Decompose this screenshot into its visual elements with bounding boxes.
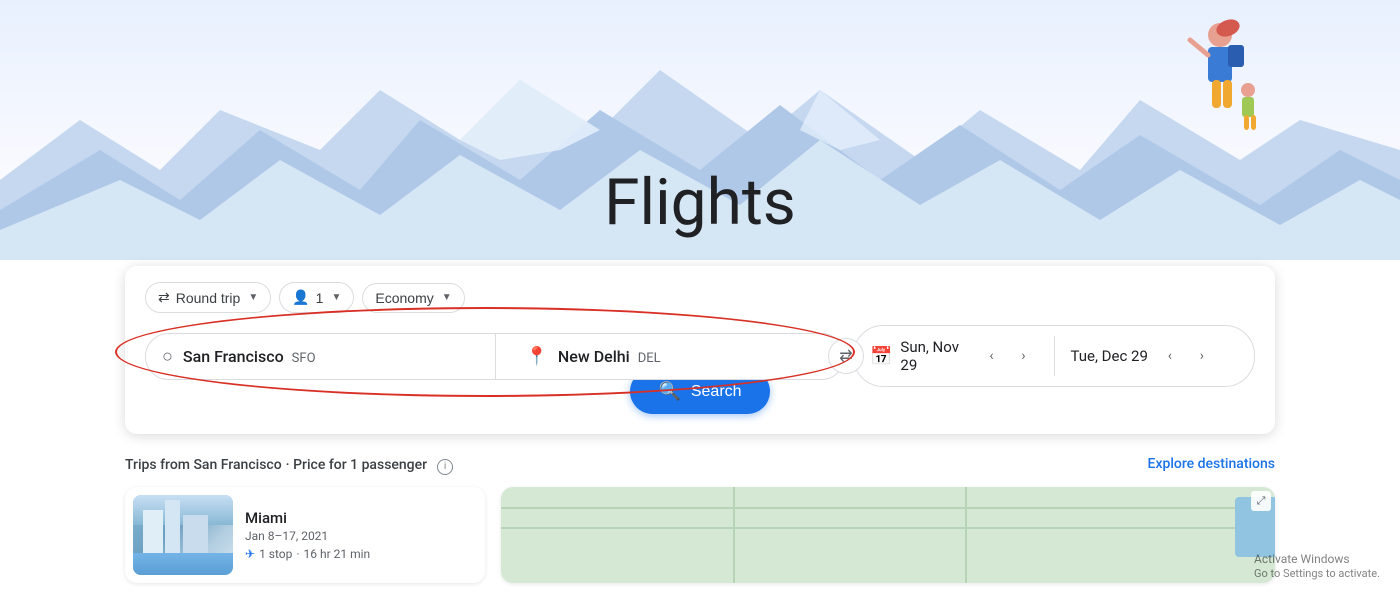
trips-from-title: Trips from San Francisco: [125, 457, 282, 473]
info-icon[interactable]: i: [437, 459, 453, 475]
flight-separator: ·: [296, 547, 299, 561]
cabin-class-label: Economy: [375, 290, 433, 306]
origin-field[interactable]: ○ San Francisco SFO: [146, 334, 496, 379]
search-box: ⇄ Round trip ▼ 👤 1 ▼ Economy ▼: [125, 266, 1275, 434]
chevron-down-icon-3: ▼: [442, 292, 452, 303]
trips-title-group: Trips from San Francisco · Price for 1 p…: [125, 454, 453, 475]
return-date-field[interactable]: Tue, Dec 29 ‹ ›: [1055, 330, 1255, 382]
chevron-down-icon: ▼: [248, 292, 258, 303]
trip-type-label: Round trip: [176, 290, 241, 306]
miami-card-image: [133, 495, 233, 575]
destination-city: New Delhi: [558, 347, 630, 366]
origin-city: San Francisco: [183, 347, 284, 366]
passengers-label: 1: [316, 290, 324, 306]
trips-subtitle: Price for 1 passenger: [293, 457, 427, 473]
departure-prev-button[interactable]: ‹: [978, 342, 1006, 370]
return-date-nav: ‹ ›: [1156, 342, 1216, 370]
miami-stops: 1 stop: [259, 547, 292, 561]
departure-date-value: Sun, Nov 29: [900, 338, 969, 374]
explore-destinations-link[interactable]: Explore destinations: [1148, 456, 1275, 472]
swap-button[interactable]: ⇄: [828, 338, 864, 374]
origin-content: San Francisco SFO: [183, 347, 316, 366]
calendar-icon: 📅: [870, 346, 892, 367]
return-next-button[interactable]: ›: [1188, 342, 1216, 370]
departure-date-nav: ‹ ›: [978, 342, 1038, 370]
date-section: 📅 Sun, Nov 29 ‹ › Tue, Dec 29 ‹ ›: [853, 325, 1255, 387]
flight-icon: ✈: [245, 547, 255, 561]
person-icon: 👤: [292, 289, 309, 306]
miami-card[interactable]: Miami Jan 8–17, 2021 ✈ 1 stop · 16 hr 21…: [125, 487, 485, 583]
map-card[interactable]: ⤢: [501, 487, 1275, 583]
destination-cards: Miami Jan 8–17, 2021 ✈ 1 stop · 16 hr 21…: [125, 487, 1275, 583]
search-options-row: ⇄ Round trip ▼ 👤 1 ▼ Economy ▼: [145, 282, 1255, 313]
cabin-class-button[interactable]: Economy ▼: [362, 283, 464, 313]
destination-value: New Delhi DEL: [558, 347, 661, 366]
bottom-section: Trips from San Francisco · Price for 1 p…: [125, 454, 1275, 583]
destination-code: DEL: [638, 351, 661, 366]
page-title: Flights: [604, 165, 796, 240]
pin-icon: 📍: [526, 346, 548, 367]
departure-next-button[interactable]: ›: [1010, 342, 1038, 370]
trip-type-button[interactable]: ⇄ Round trip ▼: [145, 282, 271, 313]
search-fields-row: ○ San Francisco SFO ⇄ 📍: [145, 333, 845, 380]
miami-dates: Jan 8–17, 2021: [245, 529, 465, 543]
destination-content: New Delhi DEL: [558, 347, 661, 366]
swap-icon: ⇄: [158, 289, 170, 306]
hero-section: Flights: [0, 0, 1400, 260]
passengers-button[interactable]: 👤 1 ▼: [279, 282, 354, 313]
search-container: ⇄ Round trip ▼ 👤 1 ▼ Economy ▼: [125, 266, 1275, 434]
miami-duration: 16 hr 21 min: [304, 547, 371, 561]
trips-header: Trips from San Francisco · Price for 1 p…: [125, 454, 1275, 475]
circle-icon: ○: [162, 346, 173, 367]
miami-city-name: Miami: [245, 509, 465, 527]
miami-card-info: Miami Jan 8–17, 2021 ✈ 1 stop · 16 hr 21…: [233, 501, 477, 569]
return-date-value: Tue, Dec 29: [1071, 347, 1148, 365]
return-prev-button[interactable]: ‹: [1156, 342, 1184, 370]
miami-flight-info: ✈ 1 stop · 16 hr 21 min: [245, 547, 465, 561]
origin-code: SFO: [292, 351, 316, 366]
origin-value: San Francisco SFO: [183, 347, 316, 366]
destination-field[interactable]: 📍 New Delhi DEL: [496, 334, 845, 379]
departure-date-field[interactable]: 📅 Sun, Nov 29 ‹ ›: [854, 326, 1054, 386]
map-image: ⤢: [501, 487, 1275, 583]
character-illustration: [1160, 10, 1280, 160]
chevron-down-icon-2: ▼: [331, 292, 341, 303]
expand-map-button[interactable]: ⤢: [1251, 491, 1271, 511]
separator: ·: [286, 457, 293, 473]
